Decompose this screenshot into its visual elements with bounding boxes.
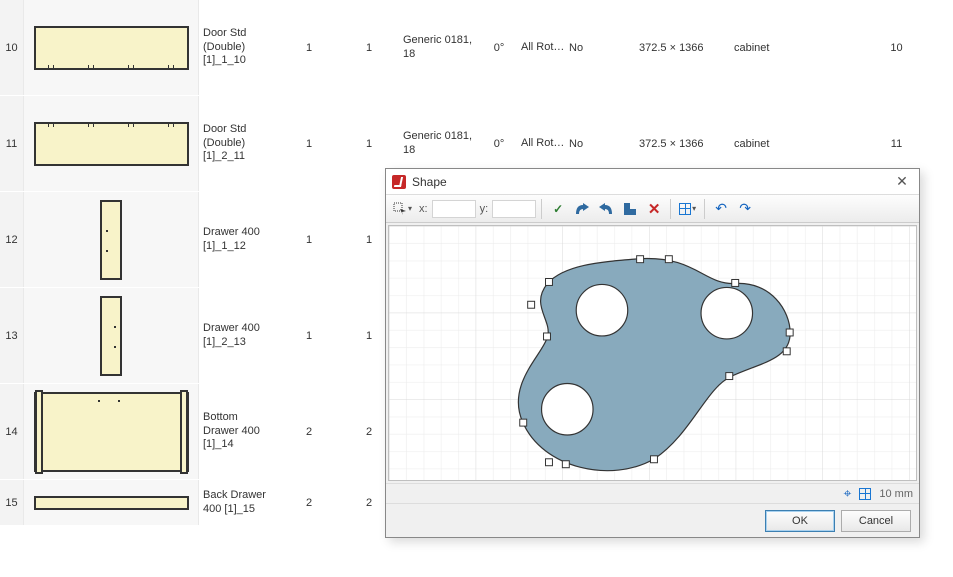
crosshair-icon: ⌖ [843,485,851,502]
row-index: 10 [0,0,24,95]
shape-toolbar: ▾ x: y: ✓ ✕ ▾ ↶ ↷ [386,195,919,223]
row-index-2: 10 [884,42,909,54]
cancel-button[interactable]: Cancel [841,510,911,532]
x-input[interactable] [432,200,476,218]
angle: 0° [479,138,519,150]
shape-tool-2-icon[interactable] [595,198,617,220]
part-thumbnail [24,288,199,383]
redo-icon[interactable]: ↷ [734,198,756,220]
row-index: 12 [0,192,24,287]
mirror: No [569,138,639,150]
part-name: Bottom Drawer 400 [1]_14 [199,411,279,452]
delete-icon[interactable]: ✕ [643,198,665,220]
grid-size-label: 10 mm [879,488,913,500]
part-name: Drawer 400 [1]_2_13 [199,322,279,350]
part-thumbnail [24,0,199,95]
app-icon [392,175,406,189]
part-name: Door Std (Double) [1]_1_10 [199,27,279,68]
ok-button[interactable]: OK [765,510,835,532]
part-name: Back Drawer 400 [1]_15 [199,489,279,517]
x-label: x: [417,203,430,215]
rotation: All Rotati... [519,137,569,151]
row-index: 13 [0,288,24,383]
undo-icon[interactable]: ↶ [710,198,732,220]
qty1: 1 [279,42,339,54]
dimensions: 372.5 × 1366 [639,138,734,150]
shape-statusbar: ⌖ 10 mm [386,483,919,503]
row-index: 14 [0,384,24,479]
dialog-title: Shape [412,175,891,189]
mirror: No [569,42,639,54]
dialog-titlebar[interactable]: Shape ✕ [386,169,919,195]
part-thumbnail [24,192,199,287]
shape-dialog: Shape ✕ ▾ x: y: ✓ ✕ ▾ ↶ ↷ [385,168,920,538]
qty1: 2 [279,426,339,438]
qty2: 1 [339,138,399,150]
part-thumbnail [24,384,199,479]
qty2: 1 [339,42,399,54]
dimensions: 372.5 × 1366 [639,42,734,54]
owner: cabinet [734,138,884,150]
qty1: 1 [279,330,339,342]
part-name: Drawer 400 [1]_1_12 [199,226,279,254]
y-input[interactable] [492,200,536,218]
close-icon[interactable]: ✕ [891,173,913,191]
rotation: All Rotati... [519,41,569,55]
grid-toggle-icon[interactable]: ▾ [676,198,699,220]
qty1: 1 [279,234,339,246]
angle: 0° [479,42,519,54]
row-index-2: 11 [884,138,909,150]
qty1: 1 [279,138,339,150]
shape-tool-1-icon[interactable] [571,198,593,220]
part-thumbnail [24,96,199,191]
y-label: y: [478,203,491,215]
material: Generic 0181, 18 [399,34,479,62]
select-tool-menu[interactable]: ▾ [390,198,415,220]
confirm-icon[interactable]: ✓ [547,198,569,220]
row-index: 15 [0,480,24,525]
shape-canvas[interactable] [388,225,917,481]
owner: cabinet [734,42,884,54]
material: Generic 0181, 18 [399,130,479,158]
part-thumbnail [24,480,199,525]
part-name: Door Std (Double) [1]_2_11 [199,123,279,164]
table-row[interactable]: 10 Door Std (Double) [1]_1_10 1 1 Generi… [0,0,953,96]
row-index: 11 [0,96,24,191]
qty1: 2 [279,497,339,509]
shape-tool-3-icon[interactable] [619,198,641,220]
grid-icon [859,488,871,500]
dialog-button-row: OK Cancel [386,503,919,537]
